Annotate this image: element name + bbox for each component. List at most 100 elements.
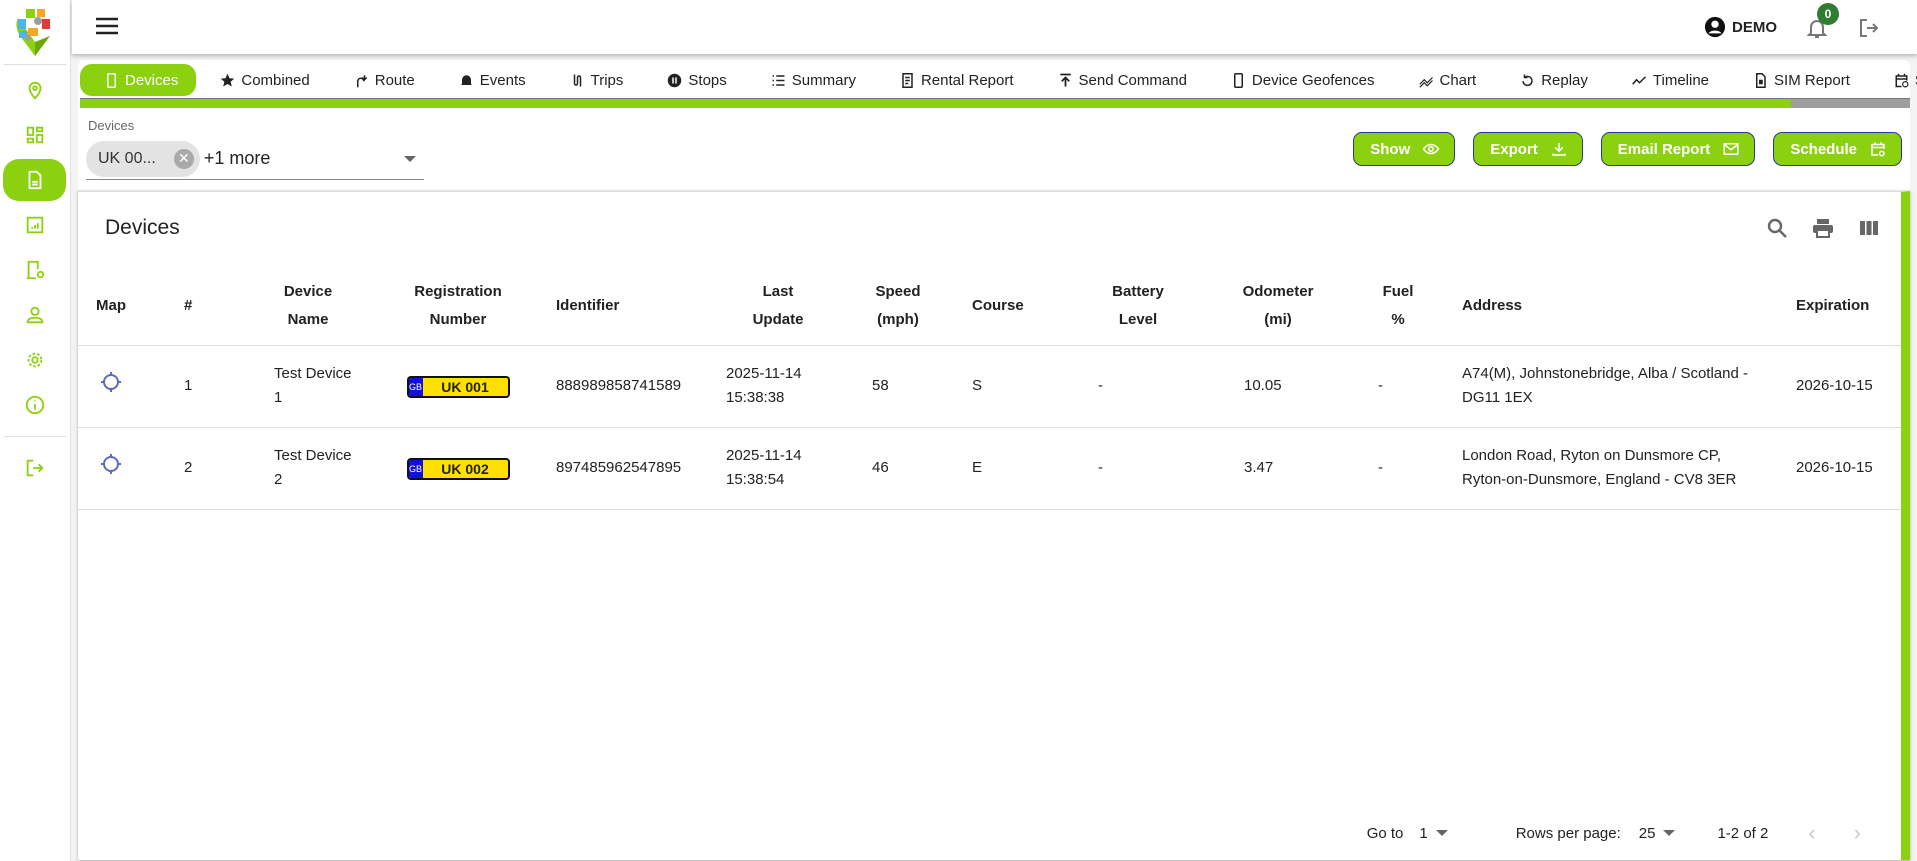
table-row[interactable]: 2 Test Device 2 GB UK 002 897485962547895 202… [78,427,1901,510]
hamburger-menu-icon[interactable] [96,17,118,35]
download-icon [1552,143,1566,156]
tab-label: Chart [1439,71,1477,89]
tab-chart[interactable]: Chart [1399,64,1497,96]
mail-icon [1723,143,1739,155]
col-map[interactable]: Map [78,268,158,346]
devices-select-label: Devices [88,118,135,133]
notification-badge: 0 [1817,3,1839,25]
tab-scheduled[interactable]: Scheduled [1874,64,1917,96]
sidebar-item-reports[interactable] [3,159,66,201]
col-last-update[interactable]: Last Update [708,268,848,346]
tab-timeline[interactable]: Timeline [1612,64,1729,96]
logout-icon[interactable] [1857,16,1881,40]
logout-icon [26,459,44,477]
view-columns-icon[interactable] [1857,216,1881,240]
tab-combined[interactable]: Combined [200,64,329,96]
tab-device-geofences[interactable]: Device Geofences [1211,64,1395,96]
top-bar: DEMO 0 [72,0,1917,54]
dropdown-arrow-icon [1663,830,1676,836]
dropdown-arrow-icon[interactable] [404,156,416,162]
registration-plate: GB UK 002 [406,458,510,480]
timeline-icon [1632,75,1646,85]
col-battery[interactable]: Battery Level [1068,268,1208,346]
device-chip: UK 00... ✕ [86,140,200,177]
col-odometer[interactable]: Odometer (mi) [1208,268,1348,346]
sidebar-item-logout[interactable] [3,447,66,489]
tab-label: Route [374,71,415,89]
show-button[interactable]: Show [1353,132,1456,166]
rows-value: 25 [1638,824,1656,842]
tab-events[interactable]: Events [439,64,546,96]
tab-send-command[interactable]: Send Command [1038,64,1207,96]
device-name: Test Device 2 [238,427,378,510]
more-count: +1 more [203,148,271,168]
course: S [948,345,1068,428]
calendar-icon [1895,73,1909,87]
col-num[interactable]: # [158,268,238,346]
schedule-button[interactable]: Schedule [1773,132,1902,166]
email-report-button[interactable]: Email Report [1600,132,1756,166]
tab-devices[interactable]: Devices [80,64,197,96]
plate-number: UK 002 [441,461,489,477]
fuel: - [1348,427,1448,510]
rows-per-page-select[interactable]: 25 [1639,825,1676,842]
route-icon [356,74,368,87]
prev-page-button[interactable]: ‹ [1808,820,1815,846]
tab-label: SIM Report [1774,71,1850,89]
phone-icon [107,72,116,88]
info-icon [25,395,44,415]
crosshair-icon[interactable] [100,371,122,393]
sidebar-item-settings[interactable] [3,339,66,381]
col-speed[interactable]: Speed (mph) [848,268,948,346]
chip-remove-icon[interactable]: ✕ [173,148,194,169]
devices-select[interactable]: UK 00... ✕ +1 more [86,138,424,180]
tab-trips[interactable]: Trips [550,64,644,96]
sidebar-item-map[interactable] [3,69,66,111]
identifier: 888989858741589 [538,345,708,428]
print-icon[interactable] [1811,216,1835,240]
sidebar-item-statistics[interactable] [3,204,66,246]
odometer: 10.05 [1208,345,1348,428]
devices-table: Map # Device Name Registration Number Id… [78,268,1901,510]
tab-rental-report[interactable]: Rental Report [880,64,1034,96]
card-title: Devices [105,216,180,239]
goto-page-select[interactable]: 1 [1419,825,1448,842]
table-row[interactable]: 1 Test Device 1 GB UK 001 888989858741589 202… [78,345,1901,428]
tab-label: Summary [791,71,856,89]
scrollbar-thumb[interactable] [80,99,1792,108]
tabs-scrollbar[interactable] [80,98,1910,108]
crosshair-icon[interactable] [100,453,122,475]
chart-icon [1418,76,1433,88]
sidebar-item-users[interactable] [3,294,66,336]
col-device-name[interactable]: Device Name [238,268,378,346]
export-button[interactable]: Export [1473,132,1583,166]
door-gear-icon [26,260,44,280]
search-icon[interactable] [1765,216,1789,240]
star-icon [221,73,235,86]
col-course[interactable]: Course [948,268,1068,346]
last-update: 2025-11-14 15:38:54 [708,427,848,510]
col-address[interactable]: Address [1448,268,1788,346]
col-registration[interactable]: Registration Number [378,268,538,346]
user-menu[interactable]: DEMO [1704,16,1777,38]
schedule-label: Schedule [1790,140,1857,158]
registration-plate: GB UK 001 [406,376,510,398]
tab-summary[interactable]: Summary [751,64,876,96]
gear-icon [27,352,42,368]
sidebar-item-device-settings[interactable] [3,249,66,291]
tab-stops[interactable]: Stops [647,64,746,96]
col-expiration[interactable]: Expiration [1788,268,1901,346]
tab-replay[interactable]: Replay [1500,64,1608,96]
location-pin-icon [28,81,41,100]
tab-route[interactable]: Route [334,64,435,96]
tab-sim-report[interactable]: SIM Report [1733,64,1870,96]
next-page-button[interactable]: › [1854,820,1861,846]
app-logo [16,9,50,56]
col-fuel[interactable]: Fuel % [1348,268,1448,346]
col-identifier[interactable]: Identifier [538,268,708,346]
sidebar-item-about[interactable] [3,384,66,426]
tab-label: Devices [125,71,179,89]
sidebar-item-dashboard[interactable] [3,114,66,156]
sim-icon [1756,72,1766,88]
sidebar [0,0,71,861]
